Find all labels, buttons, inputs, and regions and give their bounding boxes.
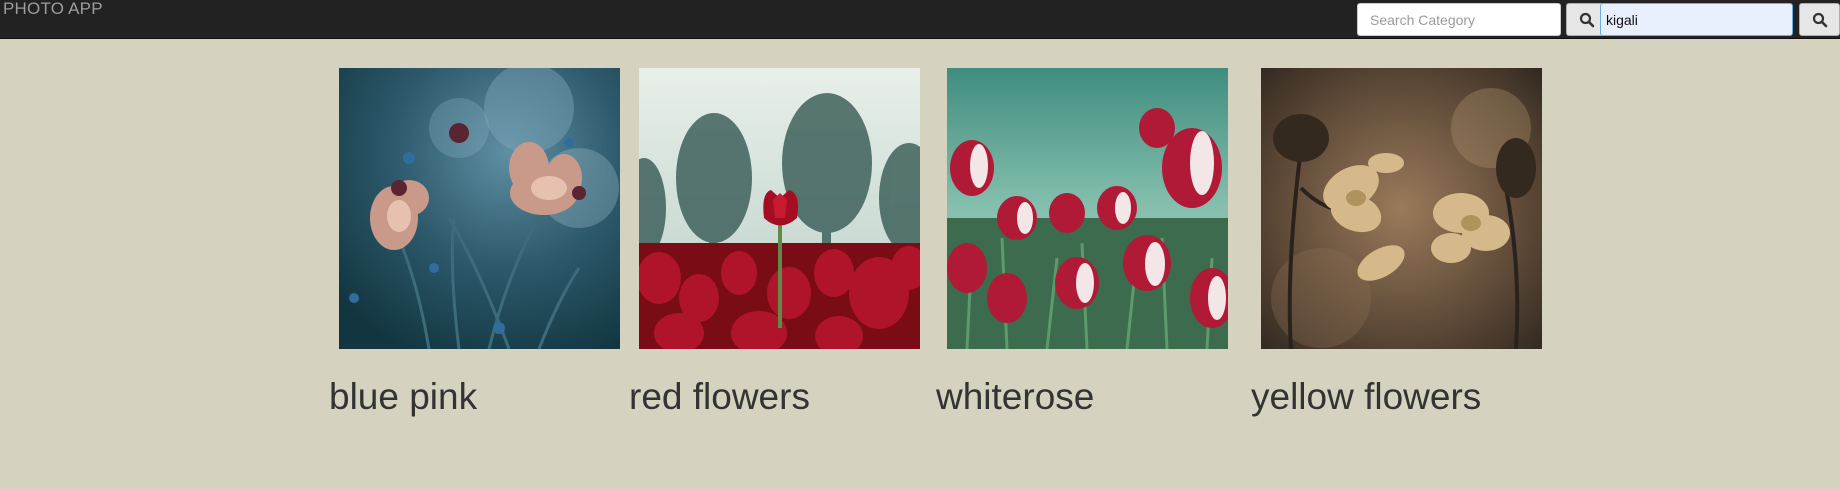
photo-yellow-flowers[interactable] bbox=[1261, 68, 1542, 349]
photo-caption: whiterose bbox=[936, 376, 1095, 417]
photo-whiterose[interactable] bbox=[947, 68, 1228, 349]
search-city-input[interactable] bbox=[1600, 3, 1793, 36]
search-icon bbox=[1579, 12, 1594, 27]
brand-title[interactable]: PHOTO APP bbox=[3, 0, 103, 18]
search-city-button[interactable] bbox=[1799, 3, 1840, 36]
search-icon bbox=[1812, 12, 1827, 27]
photo-red-flowers[interactable] bbox=[639, 68, 920, 349]
photo-caption: blue pink bbox=[329, 376, 478, 417]
photo-caption: yellow flowers bbox=[1251, 376, 1482, 417]
photo-blue-pink[interactable] bbox=[339, 68, 620, 349]
search-category-input[interactable] bbox=[1357, 3, 1561, 36]
photo-caption: red flowers bbox=[629, 376, 810, 417]
navbar: PHOTO APP bbox=[0, 0, 1840, 39]
